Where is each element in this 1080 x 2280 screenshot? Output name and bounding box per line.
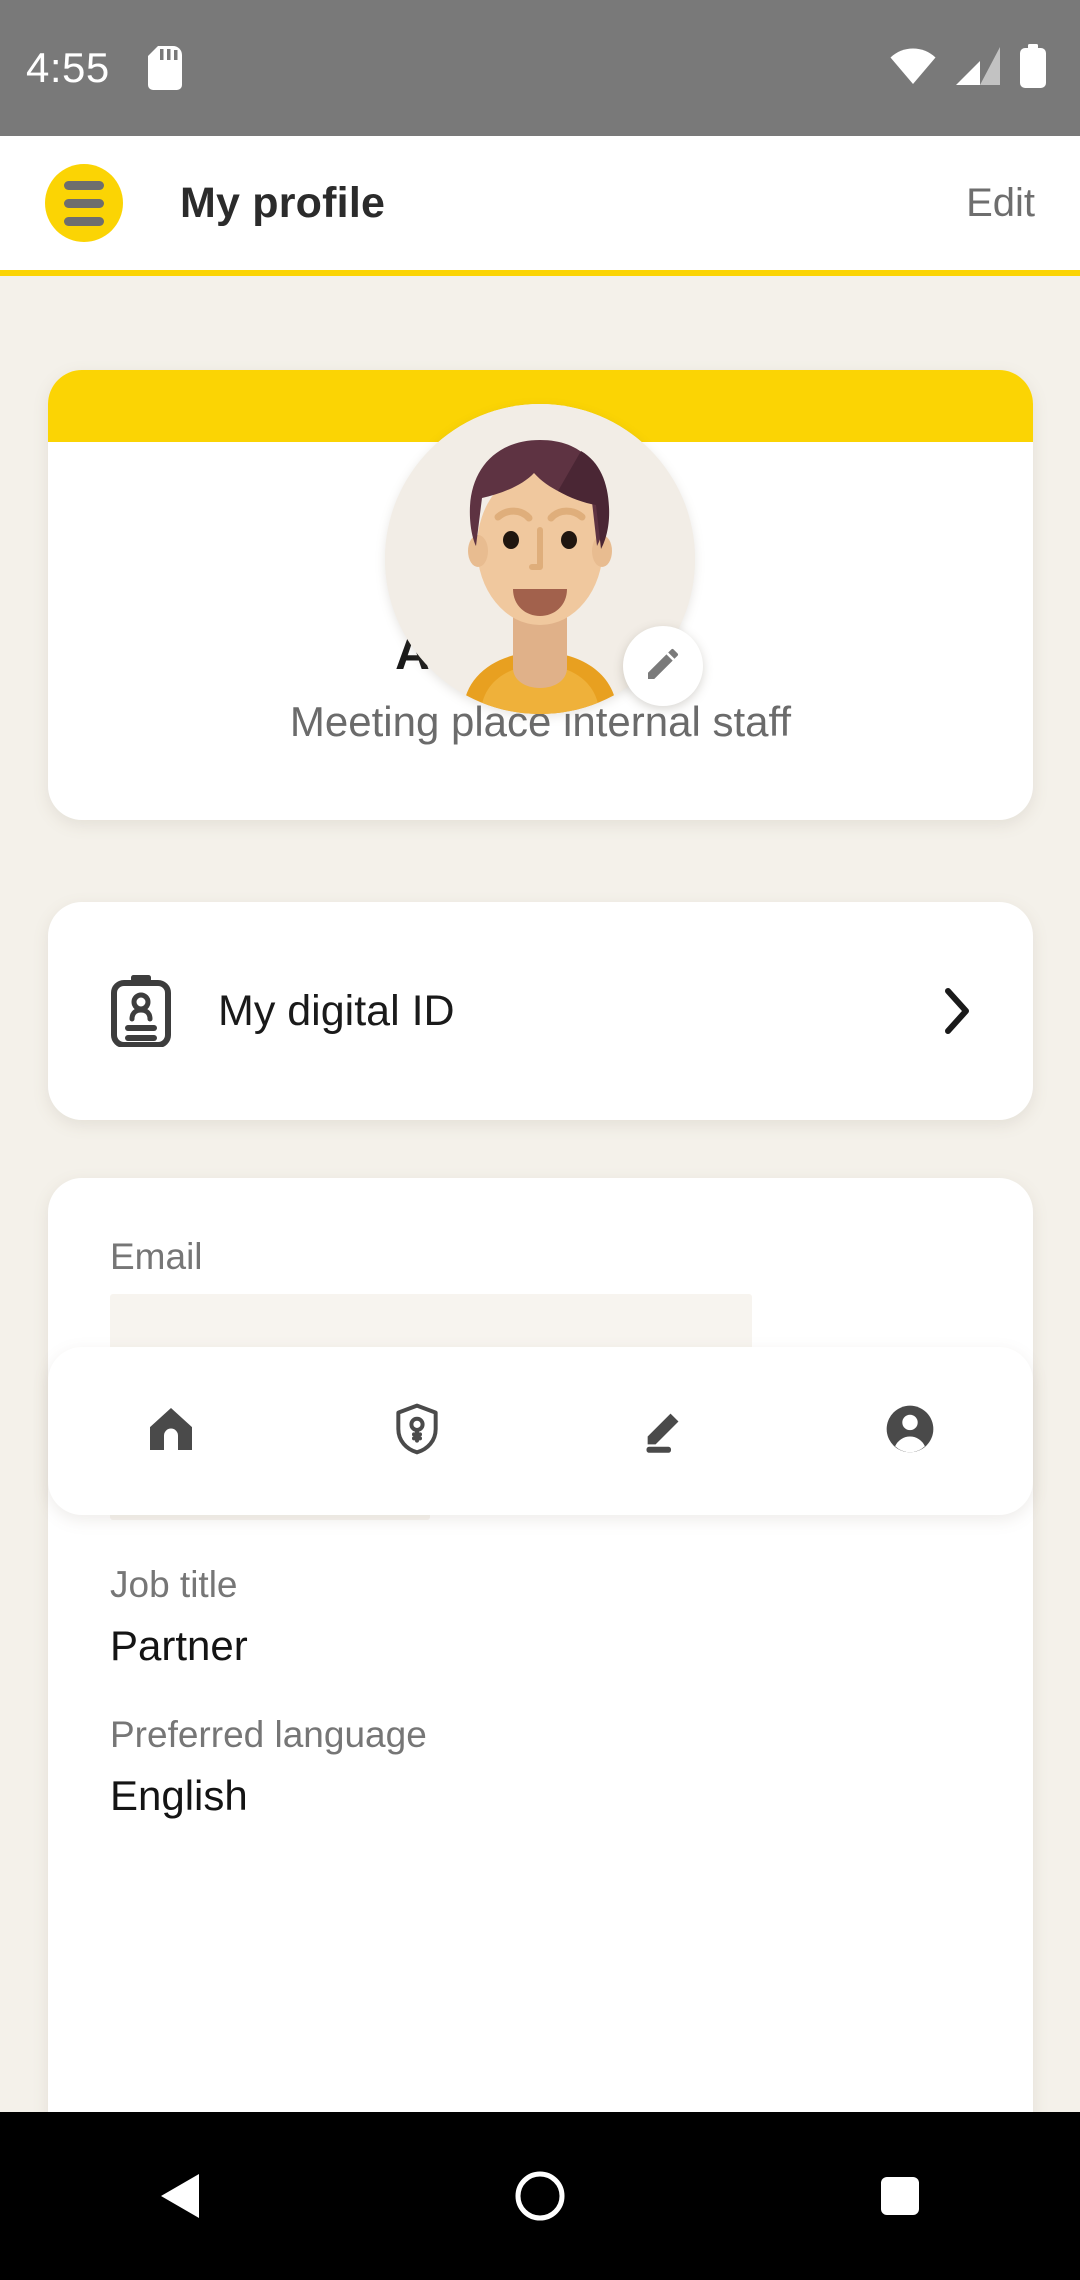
- field-value: Partner: [110, 1622, 248, 1669]
- digital-id-row[interactable]: My digital ID: [48, 902, 1033, 1120]
- id-badge-icon: [110, 975, 172, 1047]
- nav-home[interactable]: [111, 1371, 231, 1491]
- field-email: Email: [110, 1236, 971, 1356]
- field-label: Email: [110, 1236, 203, 1277]
- pencil-icon: [636, 1401, 692, 1462]
- hamburger-menu-icon[interactable]: [45, 164, 123, 242]
- page-title: My profile: [180, 178, 386, 227]
- back-triangle-icon[interactable]: [100, 2141, 260, 2251]
- field-label: Preferred language: [110, 1714, 427, 1755]
- status-bar: 4:55: [0, 0, 1080, 136]
- field-value: English: [110, 1772, 248, 1819]
- menu-bar-1: [64, 180, 104, 190]
- battery-icon: [1020, 43, 1046, 93]
- phone-screen: 4:55 My profile Edit Meeting place inter…: [0, 0, 1080, 2280]
- menu-bar-3: [64, 216, 104, 226]
- status-bar-clock: 4:55: [26, 44, 110, 91]
- field-preferred-language: Preferred language English: [110, 1714, 971, 1820]
- field-label: Job title: [110, 1564, 238, 1605]
- status-bar-indicators: [890, 43, 1046, 93]
- nav-security[interactable]: [357, 1371, 477, 1491]
- sd-card-icon: [147, 46, 182, 90]
- chevron-right-icon: [943, 987, 971, 1035]
- pencil-icon: [643, 644, 683, 689]
- home-circle-icon[interactable]: [460, 2141, 620, 2251]
- field-job-title: Job title Partner: [110, 1564, 971, 1670]
- edit-avatar-button[interactable]: [623, 626, 703, 706]
- nav-edit[interactable]: [604, 1371, 724, 1491]
- recents-square-icon[interactable]: [820, 2141, 980, 2251]
- menu-bar-2: [64, 198, 104, 208]
- cellular-signal-icon: [956, 46, 1000, 90]
- shield-key-icon: [389, 1401, 445, 1462]
- scroll-content: Alex Mathew Meeting place internal staff: [0, 282, 1080, 2212]
- digital-id-label: My digital ID: [218, 986, 455, 1035]
- edit-button[interactable]: Edit: [966, 181, 1035, 226]
- profile-details-card: Email Phone number Job title Partner Pre…: [48, 1178, 1033, 2212]
- app-header: My profile Edit: [0, 136, 1080, 276]
- nav-profile[interactable]: [850, 1371, 970, 1491]
- home-icon: [143, 1401, 199, 1462]
- bottom-navigation-bar: [48, 1347, 1033, 1515]
- android-navigation-bar: [0, 2112, 1080, 2280]
- avatar[interactable]: [385, 404, 703, 714]
- account-icon: [882, 1401, 938, 1462]
- wifi-icon: [890, 48, 936, 89]
